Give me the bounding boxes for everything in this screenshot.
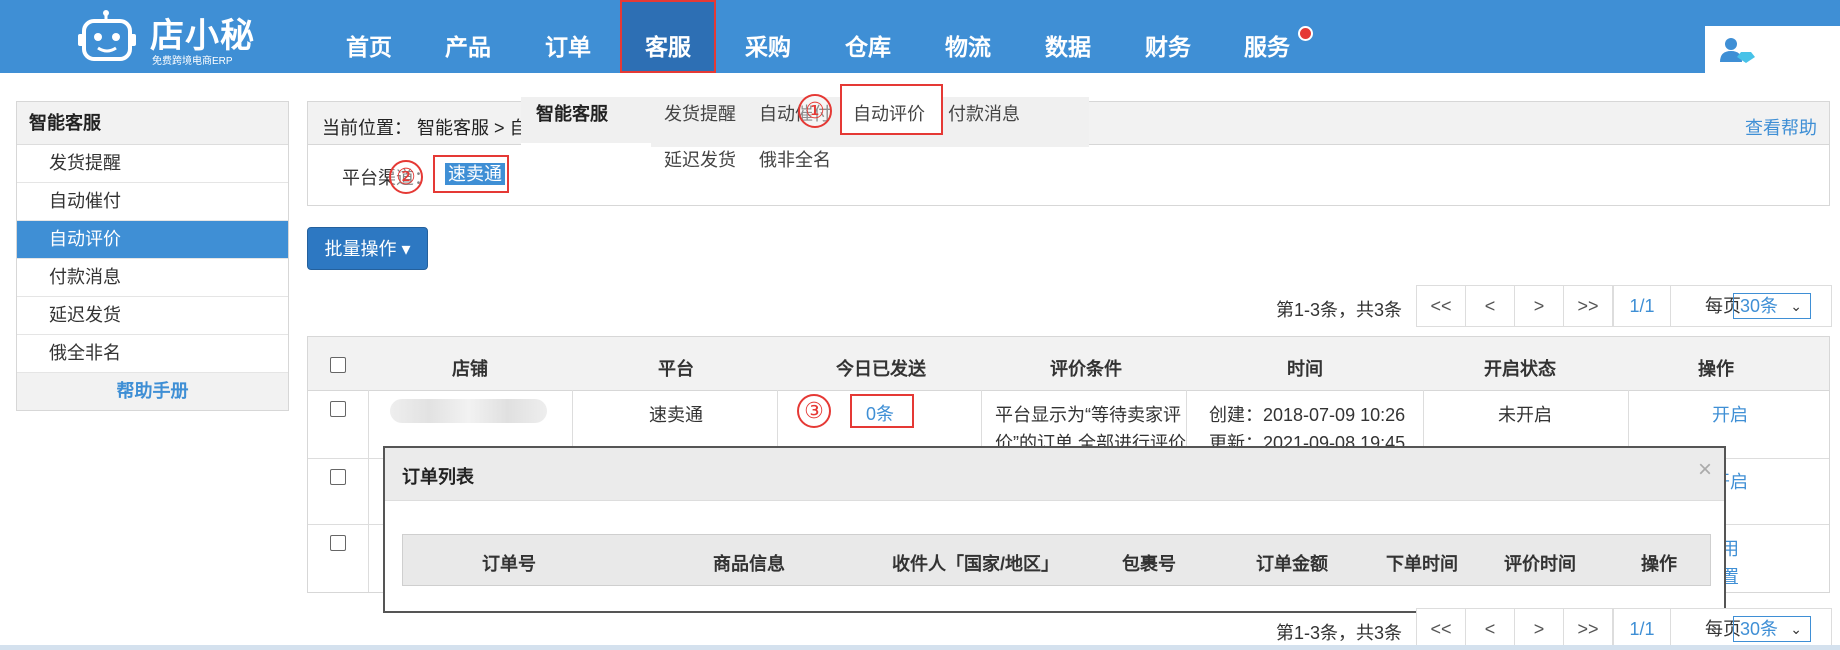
- breadcrumb-text: 当前位置： 智能客服 > 自: [322, 118, 528, 138]
- step-marker-2: ②: [389, 160, 423, 194]
- submenu-title: 智能客服: [536, 104, 608, 124]
- modal-header: 订单列表 ×: [385, 448, 1724, 501]
- chevron-down-icon: ⌄: [1790, 621, 1802, 637]
- row-status: 未开启: [1498, 405, 1552, 425]
- batch-operations-button[interactable]: 批量操作 ▾: [307, 227, 428, 270]
- sidebar-item-delayed-shipping[interactable]: 延迟发货: [17, 297, 288, 335]
- col-order-amount: 订单金额: [1256, 554, 1328, 574]
- nav-customer-service[interactable]: 客服: [620, 0, 716, 73]
- col-review-condition: 评价条件: [1050, 359, 1122, 379]
- platform-chip-aliexpress[interactable]: 速卖通: [445, 163, 505, 185]
- first-page-button[interactable]: <<: [1417, 286, 1466, 326]
- sidebar-title: 智能客服: [17, 102, 288, 145]
- col-enabled-status: 开启状态: [1484, 359, 1556, 379]
- sidebar-item-shipping-reminder[interactable]: 发货提醒: [17, 145, 288, 183]
- row-condition-line1: 平台显示为“等待卖家评: [995, 405, 1181, 425]
- nav-data[interactable]: 数据: [1023, 0, 1113, 73]
- nav-products[interactable]: 产品: [423, 0, 513, 73]
- col-review-time: 评价时间: [1504, 554, 1576, 574]
- last-page-button[interactable]: >>: [1564, 286, 1613, 326]
- page-indicator: 1/1: [1613, 609, 1670, 649]
- pagination-info: 第1-3条，共3条: [1276, 300, 1403, 320]
- top-navigation-bar: 店小秘 免费跨境电商ERP 首页 产品 订单 客服 采购 仓库 物流 数据 财务…: [0, 0, 1840, 73]
- col-actions: 操作: [1698, 359, 1734, 379]
- col-recipient-country: 收件人「国家/地区」: [892, 554, 1060, 574]
- col-order-time: 下单时间: [1386, 554, 1458, 574]
- first-page-button[interactable]: <<: [1417, 609, 1466, 649]
- logo-name: 店小秘: [150, 17, 255, 55]
- col-operation: 操作: [1641, 554, 1677, 574]
- col-sent-today: 今日已发送: [836, 359, 926, 379]
- row-platform: 速卖通: [649, 405, 703, 425]
- per-page-label: 每页: [1670, 286, 1741, 326]
- per-page-select[interactable]: 30条 ⌄: [1733, 616, 1811, 642]
- nav-home[interactable]: 首页: [324, 0, 414, 73]
- logo-tagline: 免费跨境电商ERP: [152, 56, 233, 67]
- submenu-auto-review[interactable]: 自动评价: [853, 100, 925, 126]
- sidebar-item-auto-review[interactable]: 自动评价: [17, 221, 288, 259]
- table-header: 店铺 平台 今日已发送 评价条件 时间 开启状态 操作: [308, 337, 1829, 391]
- logo[interactable]: 店小秘 免费跨境电商ERP: [78, 6, 258, 67]
- submenu-shipping-reminder[interactable]: 发货提醒: [664, 100, 736, 126]
- col-time: 时间: [1287, 359, 1323, 379]
- view-help-link[interactable]: 查看帮助: [1745, 114, 1817, 140]
- per-page-value: 30条: [1740, 619, 1779, 639]
- row-created-time: 创建：2018-07-09 10:26: [1209, 405, 1406, 425]
- last-page-button[interactable]: >>: [1564, 609, 1613, 649]
- submenu-delayed-shipping[interactable]: 延迟发货: [664, 146, 736, 172]
- col-store: 店铺: [452, 359, 488, 379]
- help-manual-link[interactable]: 帮助手册: [17, 373, 288, 410]
- next-page-button[interactable]: >: [1515, 286, 1564, 326]
- col-platform: 平台: [658, 359, 694, 379]
- submenu-dropdown-lower: [521, 143, 651, 183]
- platform-chip-highlight: 速卖通: [433, 155, 509, 193]
- col-product-info: 商品信息: [713, 554, 785, 574]
- row-checkbox[interactable]: [330, 469, 346, 485]
- store-name-blurred: [390, 399, 547, 423]
- select-all-checkbox[interactable]: [330, 357, 346, 373]
- enable-link[interactable]: 开启: [1712, 401, 1748, 427]
- modal-title: 订单列表: [402, 467, 474, 487]
- sidebar: 智能客服 发货提醒 自动催付 自动评价 付款消息 延迟发货 俄全非名 帮助手册: [16, 101, 289, 411]
- user-menu[interactable]: [1705, 26, 1840, 73]
- sidebar-item-auto-payment-reminder[interactable]: 自动催付: [17, 183, 288, 221]
- chevron-down-icon: ⌄: [1790, 298, 1802, 314]
- pagination-info-bottom: 第1-3条，共3条: [1276, 623, 1403, 643]
- sidebar-item-payment-message[interactable]: 付款消息: [17, 259, 288, 297]
- notification-dot: [1298, 26, 1313, 41]
- per-page-value: 30条: [1740, 296, 1779, 316]
- page-indicator: 1/1: [1613, 286, 1670, 326]
- col-order-number: 订单号: [482, 554, 536, 574]
- nav-purchasing[interactable]: 采购: [723, 0, 813, 73]
- order-list-modal: 订单列表 × 订单号 商品信息 收件人「国家/地区」 包裹号 订单金额 下单时间…: [383, 446, 1726, 613]
- robot-logo-icon: [78, 10, 136, 61]
- row-checkbox[interactable]: [330, 401, 346, 417]
- sidebar-item-russia-name[interactable]: 俄全非名: [17, 335, 288, 373]
- modal-table-header: 订单号 商品信息 收件人「国家/地区」 包裹号 订单金额 下单时间 评价时间 操…: [402, 534, 1711, 586]
- nav-orders[interactable]: 订单: [523, 0, 613, 73]
- prev-page-button[interactable]: <: [1466, 609, 1515, 649]
- row-checkbox[interactable]: [330, 535, 346, 551]
- sent-today-link[interactable]: 0条: [866, 400, 894, 426]
- nav-logistics[interactable]: 物流: [923, 0, 1013, 73]
- col-package-number: 包裹号: [1122, 554, 1176, 574]
- close-icon[interactable]: ×: [1698, 456, 1712, 484]
- col-divider: [368, 390, 369, 592]
- nav-warehouse[interactable]: 仓库: [823, 0, 913, 73]
- bottom-strip: [0, 645, 1840, 650]
- user-icon: [1720, 38, 1755, 63]
- submenu-payment-message[interactable]: 付款消息: [948, 100, 1020, 126]
- nav-finance[interactable]: 财务: [1123, 0, 1213, 73]
- per-page-select[interactable]: 30条 ⌄: [1733, 293, 1811, 319]
- prev-page-button[interactable]: <: [1466, 286, 1515, 326]
- submenu-russia-name[interactable]: 俄非全名: [759, 146, 831, 172]
- next-page-button[interactable]: >: [1515, 609, 1564, 649]
- step-marker-1: ①: [798, 94, 832, 128]
- per-page-label: 每页: [1670, 609, 1741, 649]
